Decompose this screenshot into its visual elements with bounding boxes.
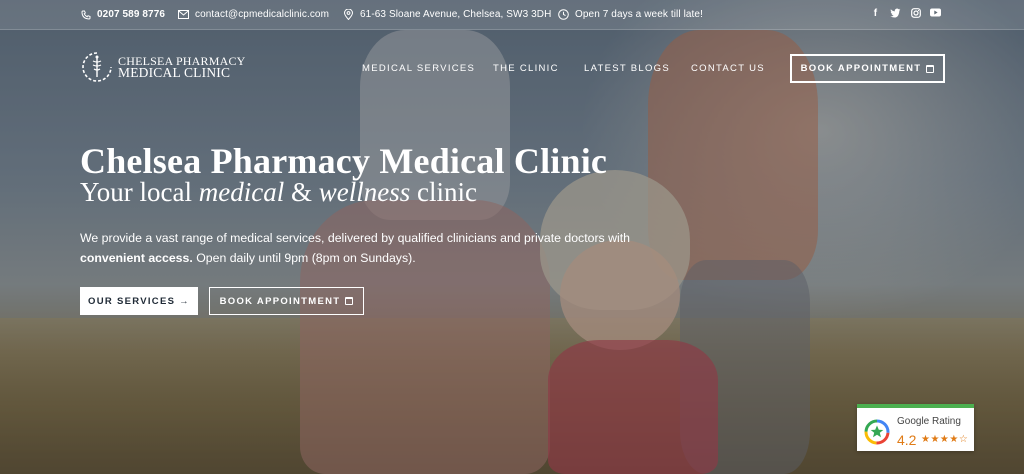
calendar-icon bbox=[926, 64, 935, 73]
youtube-icon[interactable] bbox=[930, 8, 941, 20]
nav-latest-blogs[interactable]: LATEST BLOGS bbox=[584, 63, 670, 74]
rating-label: Google Rating bbox=[897, 416, 961, 427]
google-rating-badge-icon bbox=[864, 419, 890, 445]
address-info: 61-63 Sloane Avenue, Chelsea, SW3 3DH bbox=[343, 9, 551, 20]
hours-info: Open 7 days a week till late! bbox=[558, 9, 703, 20]
clinic-logo[interactable]: CHELSEA PHARMACY MEDICAL CLINIC bbox=[80, 50, 246, 84]
subtitle-part: & bbox=[284, 177, 319, 207]
logo-text: CHELSEA PHARMACY MEDICAL CLINIC bbox=[118, 55, 246, 80]
map-pin-icon bbox=[343, 9, 354, 20]
facebook-icon[interactable]: f bbox=[870, 8, 881, 20]
hero-title: Chelsea Pharmacy Medical Clinic bbox=[80, 141, 608, 181]
subtitle-part: Your local bbox=[80, 177, 199, 207]
twitter-icon[interactable] bbox=[890, 8, 901, 20]
header-book-label: BOOK APPOINTMENT bbox=[800, 63, 922, 74]
envelope-icon bbox=[178, 9, 189, 20]
subtitle-emphasis-wellness: wellness bbox=[318, 177, 411, 207]
phone-icon bbox=[80, 9, 91, 20]
nav-the-clinic[interactable]: THE CLINIC bbox=[493, 63, 559, 74]
email-info[interactable]: contact@cpmedicalclinic.com bbox=[178, 9, 329, 20]
rating-stars: ★★★★☆ bbox=[921, 434, 969, 445]
lead-bold: convenient access. bbox=[80, 251, 193, 265]
clock-icon bbox=[558, 9, 569, 20]
rating-score: 4.2 bbox=[897, 432, 917, 448]
instagram-icon[interactable] bbox=[910, 8, 921, 20]
subtitle-emphasis-medical: medical bbox=[198, 177, 285, 207]
nav-contact-us[interactable]: CONTACT US bbox=[691, 63, 765, 74]
hours-text: Open 7 days a week till late! bbox=[575, 9, 703, 20]
email-address: contact@cpmedicalclinic.com bbox=[195, 9, 330, 20]
google-rating-widget[interactable]: Google Rating 4.2 ★★★★☆ bbox=[857, 404, 974, 451]
calendar-icon bbox=[345, 297, 354, 305]
lead-tail: Open daily until 9pm (8pm on Sundays). bbox=[192, 251, 416, 265]
header-book-appointment-button[interactable]: BOOK APPOINTMENT bbox=[790, 54, 945, 83]
top-info-bar: 0207 589 8776 contact@cpmedicalclinic.co… bbox=[0, 0, 1024, 30]
subtitle-part: clinic bbox=[410, 177, 477, 207]
nav-medical-services[interactable]: MEDICAL SERVICES bbox=[362, 63, 475, 74]
lead-text: We provide a vast range of medical servi… bbox=[80, 231, 630, 245]
logo-emblem-icon bbox=[82, 52, 112, 82]
hero-book-appointment-button[interactable]: BOOK APPOINTMENT bbox=[209, 287, 364, 315]
logo-line-2: MEDICAL CLINIC bbox=[118, 65, 231, 80]
phone-info[interactable]: 0207 589 8776 bbox=[80, 9, 165, 20]
hero-description: We provide a vast range of medical servi… bbox=[80, 228, 640, 268]
hero-subtitle: Your local medical & wellness clinic bbox=[80, 177, 477, 208]
social-links: f bbox=[870, 8, 941, 20]
our-services-button[interactable]: OUR SERVICES → bbox=[80, 287, 198, 315]
hero-book-label: BOOK APPOINTMENT bbox=[219, 295, 341, 307]
address-text: 61-63 Sloane Avenue, Chelsea, SW3 3DH bbox=[360, 9, 552, 20]
phone-number: 0207 589 8776 bbox=[97, 9, 166, 20]
